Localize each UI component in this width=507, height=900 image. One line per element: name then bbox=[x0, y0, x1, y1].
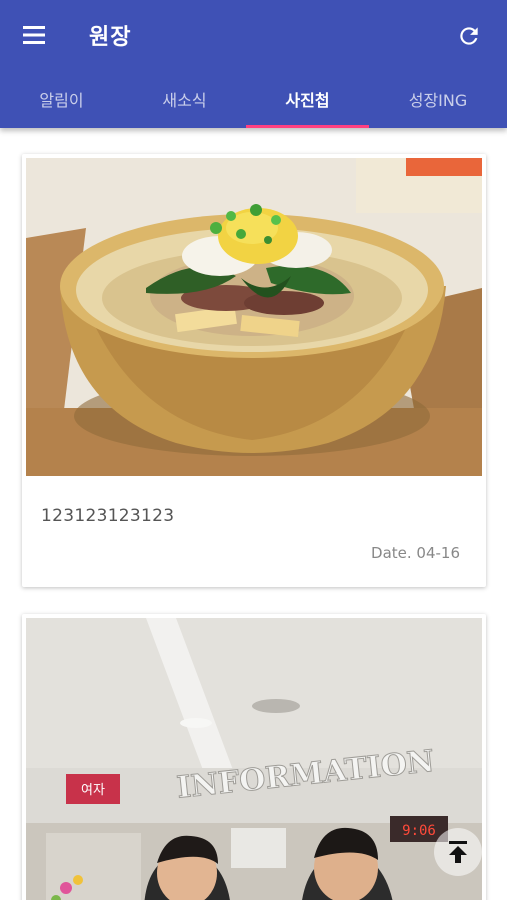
tab-news[interactable]: 새소식 bbox=[123, 70, 246, 128]
photo-card[interactable]: 여자 INFORMATION 9:06 bbox=[22, 614, 486, 900]
photo-feed[interactable]: 123123123123 Date. 04-16 여자 INFORMATION … bbox=[0, 128, 507, 900]
tab-label: 성장ING bbox=[408, 91, 468, 110]
menu-icon bbox=[23, 26, 45, 44]
tab-label: 알림이 bbox=[39, 91, 84, 110]
app-bar: 원장 알림이 새소식 사진첩 성장ING bbox=[0, 0, 507, 128]
wall-clock: 9:06 bbox=[402, 823, 436, 839]
post-date: Date. 04-16 bbox=[371, 544, 460, 562]
tab-bar: 알림이 새소식 사진첩 성장ING bbox=[0, 70, 507, 128]
sign-women: 여자 bbox=[81, 783, 105, 798]
menu-button[interactable] bbox=[18, 18, 52, 52]
tab-label: 사진첩 bbox=[285, 91, 330, 110]
tab-growth[interactable]: 성장ING bbox=[369, 70, 507, 128]
refresh-icon bbox=[460, 27, 478, 45]
refresh-button[interactable] bbox=[453, 20, 485, 52]
page-title: 원장 bbox=[89, 25, 132, 50]
active-tab-indicator bbox=[246, 125, 369, 128]
scroll-to-top-button[interactable] bbox=[434, 828, 482, 876]
tab-label: 새소식 bbox=[162, 91, 207, 110]
noodle-bowl-image bbox=[26, 158, 482, 476]
photo-card[interactable]: 123123123123 Date. 04-16 bbox=[22, 154, 486, 587]
tab-album[interactable]: 사진첩 bbox=[246, 70, 369, 128]
post-photo[interactable]: 여자 INFORMATION 9:06 bbox=[26, 618, 482, 900]
post-caption: 123123123123 bbox=[41, 506, 175, 526]
scroll-to-top-icon bbox=[449, 841, 467, 863]
information-desk-image: 여자 INFORMATION 9:06 bbox=[26, 618, 482, 900]
post-photo[interactable] bbox=[26, 158, 482, 476]
tab-notice[interactable]: 알림이 bbox=[0, 70, 123, 128]
